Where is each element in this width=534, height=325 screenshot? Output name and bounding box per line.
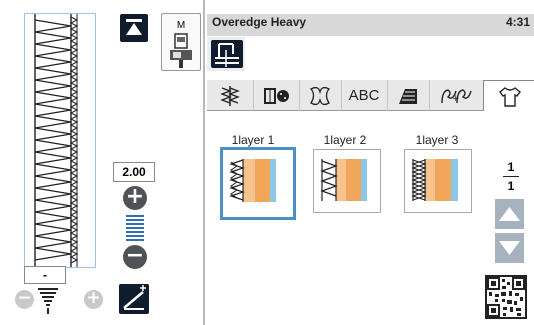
mirror-edit-button[interactable] [119, 284, 149, 314]
page-up-button[interactable] [495, 199, 524, 229]
overedge-stitch-thumbnail [411, 159, 458, 201]
width-increase-button[interactable]: + [123, 186, 147, 210]
length-gauge-icon [38, 288, 58, 314]
page-indicator: 1 1 [497, 160, 525, 198]
utility-stitch-icon [220, 85, 240, 106]
presser-foot-icon [170, 33, 192, 68]
machine-mode-icon [215, 43, 239, 67]
overedge-stitch-thumbnail [229, 159, 276, 202]
stitch-title: Overedge Heavy [212, 15, 307, 29]
start-position-button[interactable] [120, 14, 148, 42]
plus-icon: + [86, 288, 101, 308]
svg-text:+: + [452, 94, 460, 104]
presser-foot-indicator: M [161, 13, 201, 71]
clock: 4:31 [505, 15, 530, 29]
page-down-button[interactable] [495, 233, 524, 263]
minus-icon: − [17, 288, 32, 308]
total-pages: 1 [507, 179, 515, 193]
stitch-length-gauge [37, 286, 59, 320]
shirt-icon [498, 87, 521, 107]
satin-stitch-icon [399, 88, 417, 104]
stitch-category-tabs: ABC + [207, 80, 534, 113]
stitch-label-2: 1layer 2 [323, 133, 367, 147]
utility-stitch-tab[interactable] [207, 80, 254, 111]
plus-icon: + [125, 184, 145, 209]
stitch-option-2[interactable] [313, 149, 381, 213]
width-gauge-icon [126, 215, 144, 241]
needle-start-icon [126, 19, 142, 35]
buttonhole-icon [264, 87, 289, 104]
sewing-mode-icon-box [211, 40, 243, 68]
width-decrease-button[interactable]: − [123, 245, 147, 269]
qr-code-button[interactable] [485, 275, 527, 319]
stitch-preview [24, 13, 96, 268]
stitch-length-value: - [24, 266, 66, 284]
current-page: 1 [507, 160, 515, 174]
stitch-option-1[interactable] [220, 147, 296, 220]
stitch-pattern-graphic [34, 14, 79, 267]
stitch-width-value: 2.00 [113, 162, 155, 182]
overedge-stitch-thumbnail [320, 159, 367, 201]
page-divider [503, 176, 519, 177]
stitch-label-1: 1layer 1 [231, 133, 275, 147]
cross-stitch-tab[interactable]: + [429, 80, 484, 111]
up-arrow-icon [499, 207, 520, 221]
alphabet-tab[interactable]: ABC [341, 80, 388, 111]
decorative-stitch-tab[interactable] [299, 80, 342, 111]
minus-icon: − [125, 243, 145, 268]
stitch-label-3: 1layer 3 [415, 133, 459, 147]
buttonhole-tab[interactable] [253, 80, 300, 111]
satin-stitch-tab[interactable] [387, 80, 430, 111]
decorative-stitch-icon [310, 86, 330, 105]
stitch-edit-icon [123, 285, 146, 310]
length-decrease-button[interactable]: − [15, 290, 34, 309]
cross-stitch-icon: + [441, 88, 472, 104]
length-increase-button[interactable]: + [84, 290, 103, 309]
stitch-width-gauge [126, 214, 144, 246]
down-arrow-icon [499, 241, 520, 255]
garment-tab[interactable] [483, 80, 534, 113]
qr-code-icon [487, 277, 525, 317]
stitch-option-3[interactable] [404, 149, 472, 213]
